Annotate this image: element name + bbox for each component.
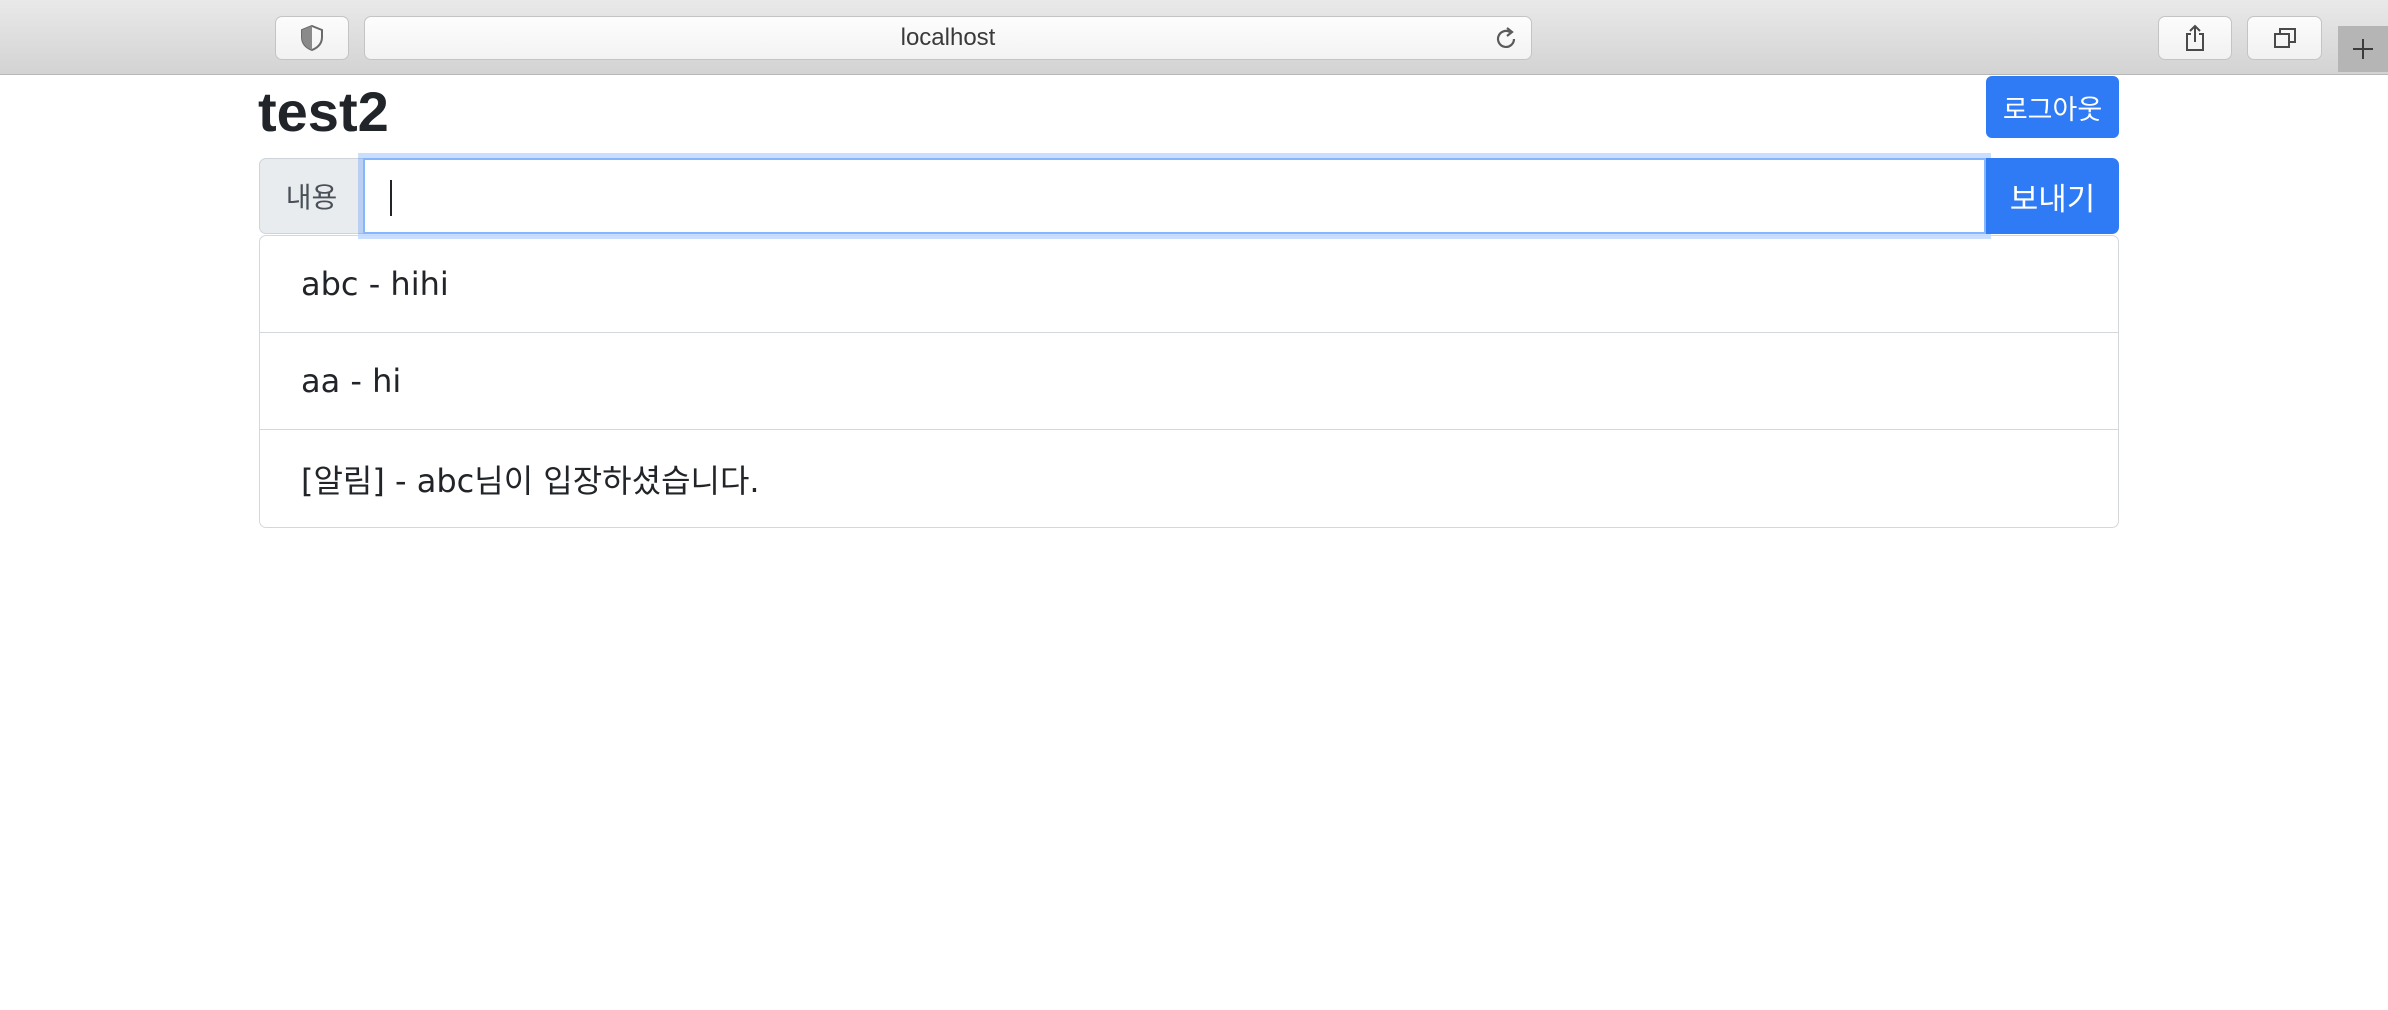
message-list: abc - hihi aa - hi [알림] - abc님이 입장하셨습니다. bbox=[259, 235, 2119, 528]
privacy-report-button[interactable] bbox=[275, 16, 349, 60]
message-input[interactable] bbox=[363, 158, 1986, 234]
page-title: test2 bbox=[258, 80, 389, 143]
new-tab-button[interactable] bbox=[2338, 26, 2388, 72]
address-text: localhost bbox=[900, 24, 996, 51]
message-composer: 내용 보내기 bbox=[259, 158, 2119, 234]
share-button[interactable] bbox=[2158, 16, 2232, 60]
list-item: abc - hihi bbox=[260, 236, 2118, 333]
tabs-overview-icon bbox=[2273, 28, 2296, 48]
list-item: [알림] - abc님이 입장하셨습니다. bbox=[301, 461, 760, 500]
plus-icon bbox=[2353, 39, 2373, 59]
address-bar[interactable]: localhost bbox=[364, 16, 1532, 60]
input-label: 내용 bbox=[259, 158, 364, 234]
reload-icon[interactable] bbox=[1493, 26, 1519, 52]
logout-button[interactable]: 로그아웃 bbox=[1986, 76, 2119, 138]
tabs-overview-button[interactable] bbox=[2247, 16, 2322, 60]
shield-icon bbox=[301, 25, 323, 51]
send-button[interactable]: 보내기 bbox=[1986, 158, 2119, 234]
text-caret bbox=[390, 180, 392, 216]
share-icon bbox=[2186, 24, 2204, 51]
list-item: aa - hi bbox=[260, 333, 2118, 430]
browser-toolbar: localhost bbox=[0, 0, 2388, 75]
